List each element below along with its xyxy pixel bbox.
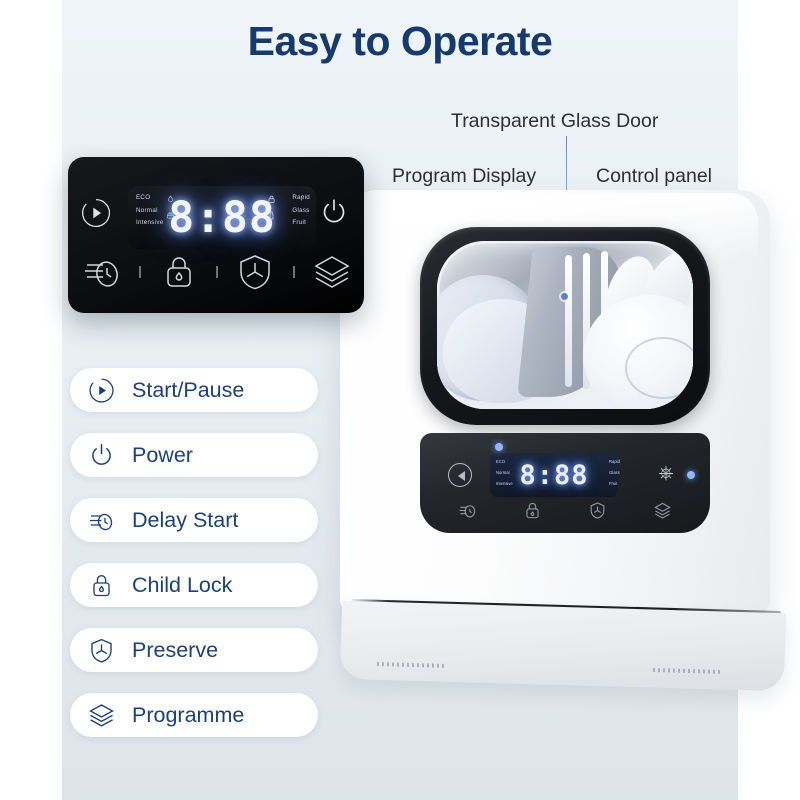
program-labels-left: ECO Normal Intensive [136, 194, 163, 226]
panel-preserve-button[interactable] [232, 251, 279, 293]
feature-label: Preserve [132, 637, 219, 662]
lock-icon [268, 195, 275, 203]
child-lock-icon[interactable] [523, 501, 542, 525]
feature-pill-programme[interactable]: Programme [70, 693, 318, 737]
feature-pill-power[interactable]: Power [70, 433, 318, 477]
glass-door-marker-dot [561, 293, 568, 300]
product-indicator-dot [687, 471, 695, 479]
product-label-rapid: Rapid [609, 459, 620, 464]
label-rapid: Rapid [292, 194, 310, 201]
dishwasher-base [339, 600, 787, 692]
play-pause-icon [88, 377, 122, 404]
product-label-intensive: Intensive [496, 481, 513, 486]
feature-label: Start/Pause [132, 377, 245, 402]
label-fruit: Fruit [292, 219, 307, 226]
product-power-button[interactable]: ⎈ [655, 463, 677, 485]
program-mini-icons-right [267, 195, 276, 220]
child-lock-icon [88, 572, 122, 599]
feature-pill-child-lock[interactable]: Child Lock [70, 563, 318, 607]
product-display-digits: 8:88 [519, 459, 589, 491]
feature-pill-start-pause[interactable]: Start/Pause [70, 368, 318, 412]
product-label-fruit: Fruit [609, 481, 618, 486]
delay-start-icon [88, 507, 122, 534]
panel-separator [293, 266, 295, 278]
product-indicator-dot [495, 443, 503, 451]
callout-label-transparent-glass-door: Transparent Glass Door [451, 110, 659, 132]
feature-label: Delay Start [132, 507, 239, 532]
glass-reflection [437, 241, 693, 409]
product-label-eco: ECO [496, 459, 506, 464]
page-title: Easy to Operate [247, 18, 553, 64]
display-digits: 8:88 [168, 193, 276, 243]
bottle-icon [269, 211, 274, 220]
panel-play-pause-button[interactable] [80, 197, 112, 229]
program-display: ECO Normal Intensive 8:88 Rapid Glass Fr… [128, 186, 316, 249]
panel-delay-start-button[interactable] [78, 251, 125, 293]
product-label-glass: Glass [609, 470, 620, 475]
label-intensive: Intensive [136, 219, 164, 226]
panel-child-lock-button[interactable] [155, 251, 202, 293]
power-icon [88, 442, 122, 469]
preserve-icon [88, 637, 122, 664]
label-glass: Glass [292, 206, 310, 214]
feature-pill-delay-start[interactable]: Delay Start [70, 498, 318, 542]
label-normal: Normal [136, 206, 158, 214]
product-label-normal: Normal [496, 470, 510, 475]
dishwasher-product-image: 8:88 ECO Normal Intensive Rapid Glass Fr… [315, 175, 787, 692]
feature-label: Child Lock [132, 572, 233, 597]
product-program-display: 8:88 [490, 453, 618, 497]
panel-separator [139, 266, 141, 278]
panel-programme-button[interactable] [309, 251, 356, 293]
transparent-glass-door [437, 241, 693, 409]
play-triangle-icon [458, 471, 465, 481]
delay-start-icon[interactable] [458, 501, 477, 525]
product-play-pause-button[interactable] [448, 463, 472, 487]
product-icon-row [435, 501, 695, 525]
panel-separator [216, 266, 218, 278]
background-left-white-strip [0, 0, 62, 800]
feature-pill-preserve[interactable]: Preserve [70, 628, 318, 672]
programme-icon[interactable] [653, 501, 672, 525]
programme-icon [88, 702, 122, 729]
panel-power-button[interactable] [319, 197, 349, 227]
preserve-icon[interactable] [588, 501, 607, 525]
program-labels-right: Rapid Glass Fruit [292, 194, 310, 226]
feature-label: Programme [132, 702, 245, 727]
feature-list: Start/Pause Power Delay Start Child Lock… [70, 368, 318, 758]
feature-label: Power [132, 442, 193, 467]
panel-function-icon-row [78, 250, 356, 294]
label-eco: ECO [136, 194, 151, 201]
